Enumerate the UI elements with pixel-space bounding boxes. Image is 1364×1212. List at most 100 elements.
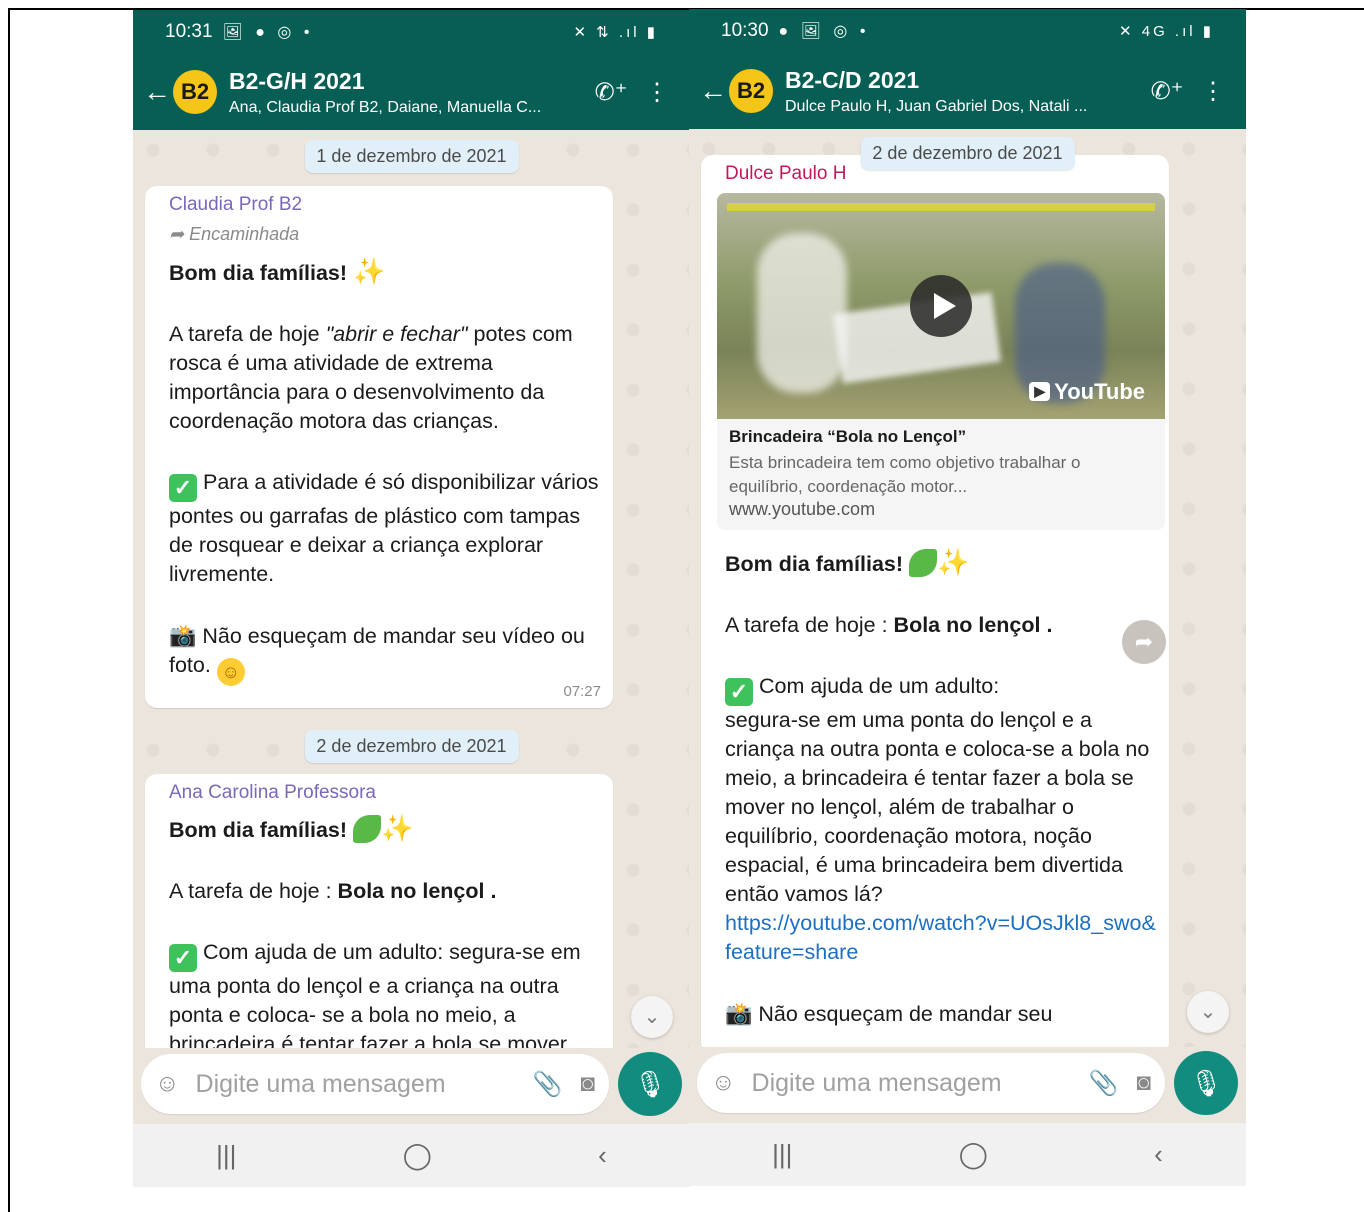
signal-battery-icons: ✕ ⇅ .ıl ▮ (573, 24, 658, 41)
forward-share-icon[interactable]: ➦ (1122, 620, 1166, 664)
preview-text: Brincadeira “Bola no Lençol” Esta brinca… (717, 419, 1165, 530)
greeting-text: Bom dia famílias! (725, 552, 904, 576)
message-paragraph: ✓ Para a atividade é só disponibilizar v… (169, 468, 599, 589)
chat-participants: Dulce Paulo H, Juan Gabriel Dos, Natali … (785, 97, 1088, 115)
chat-area[interactable]: 1 de dezembro de 2021 Claudia Prof B2 ➦ … (133, 130, 690, 1048)
smiling-face-icon: ☺ (216, 658, 245, 686)
back-icon[interactable]: ‹ (1154, 1139, 1163, 1170)
text-span: Não esqueçam de mandar seu (758, 1002, 1053, 1026)
menu-icon[interactable]: ⋮ (634, 78, 680, 107)
preview-title: Brincadeira “Bola no Lençol” (729, 427, 967, 446)
message-greeting: Bom dia famílias! ✨ (725, 548, 1157, 579)
camera-icon[interactable]: ◙ (1137, 1069, 1152, 1097)
status-time: 10:31 (165, 21, 213, 42)
chat-header: ← B2 B2-C/D 2021 Dulce Paulo H, Juan Gab… (689, 53, 1246, 129)
message-paragraph: 📸 Não esqueçam de mandar seu (725, 999, 1157, 1029)
input-bar: ☺ 📎 ◙ 🎙 (133, 1048, 690, 1124)
back-icon[interactable]: ‹ (598, 1140, 607, 1171)
message-paragraph: ✓ Com ajuda de um adulto: segura-se em um… (725, 672, 1157, 967)
recents-icon[interactable]: ||| (772, 1139, 792, 1170)
text-span: Com ajuda de um adulto: segura-se em uma… (169, 940, 581, 1048)
message-paragraph: A tarefa de hoje : Bola no lençol . (169, 877, 599, 906)
attach-icon[interactable]: 📎 (533, 1070, 563, 1099)
chat-title-block[interactable]: B2-G/H 2021 Ana, Claudia Prof B2, Daiane… (229, 68, 588, 117)
message-paragraph: A tarefa de hoje : Bola no lençol . (725, 611, 1157, 640)
sender-name[interactable]: Claudia Prof B2 (169, 194, 599, 216)
youtube-play-icon: ▶ (1029, 382, 1051, 401)
message-input-pill[interactable]: ☺ 📎 ◙ (141, 1054, 609, 1114)
sparkles-icon: ✨ (381, 813, 414, 843)
check-mark-icon: ✓ (725, 678, 753, 706)
chat-header: ← B2 B2-G/H 2021 Ana, Claudia Prof B2, D… (133, 54, 690, 130)
play-icon[interactable] (910, 275, 972, 337)
scroll-down-icon[interactable]: ⌄ (631, 996, 673, 1038)
sender-name[interactable]: Ana Carolina Professora (169, 782, 599, 804)
forward-arrow-icon: ➦ (169, 224, 190, 244)
camera-icon[interactable]: ◙ (581, 1070, 596, 1098)
message-greeting: Bom dia famílias! ✨ (169, 257, 599, 288)
input-bar: ☺ 📎 ◙ 🎙 (689, 1047, 1246, 1123)
forwarded-text: Encaminhada (189, 224, 300, 244)
text-span: A tarefa de hoje : (725, 613, 894, 637)
link-preview[interactable]: ▶ YouTube Brincadeira “Bola no Lençol” Es… (717, 193, 1165, 530)
youtube-logo: ▶ YouTube (1029, 379, 1145, 405)
date-chip: 2 de dezembro de 2021 (860, 137, 1075, 170)
message-bubble[interactable]: Ana Carolina Professora Bom dia famílias… (145, 774, 613, 1048)
chat-title: B2-G/H 2021 (229, 67, 365, 94)
android-nav-bar: ||| ◯ ‹ (133, 1124, 690, 1187)
preview-domain: www.youtube.com (729, 499, 876, 519)
goal-post-shape (727, 203, 1155, 211)
message-input[interactable] (749, 1067, 1089, 1099)
preview-description: Esta brincadeira tem como objetivo traba… (729, 453, 1081, 496)
message-bubble[interactable]: Dulce Paulo H ▶ YouTube Brincadeira “Bola… (701, 155, 1169, 1047)
phone-screenshot-right: 10:30 ● 🖼 ◎ • ✕ 4G .ıl ▮ ← B2 B2-C/D 202… (689, 9, 1246, 1186)
chat-title: B2-C/D 2021 (785, 66, 920, 93)
add-call-icon[interactable]: ✆⁺ (588, 78, 634, 107)
signal-battery-icons: ✕ 4G .ıl ▮ (1118, 23, 1214, 40)
message-bubble[interactable]: Claudia Prof B2 ➦ Encaminhada Bom dia fa… (145, 186, 613, 708)
add-call-icon[interactable]: ✆⁺ (1144, 77, 1190, 106)
chat-participants: Ana, Claudia Prof B2, Daiane, Manuella C… (229, 98, 542, 116)
status-time: 10:30 (721, 20, 769, 41)
message-paragraph: 📸 Não esqueçam de mandar seu vídeo ou fo… (169, 621, 589, 686)
forwarded-label: ➦ Encaminhada (169, 224, 599, 245)
status-bar: 10:31 🖼 ● ◎ • ✕ ⇅ .ıl ▮ (133, 10, 690, 54)
home-icon[interactable]: ◯ (959, 1139, 988, 1170)
child-figure (757, 233, 847, 393)
notification-icons: ● 🖼 ◎ • (778, 23, 870, 40)
text-span: A tarefa de hoje (169, 322, 326, 346)
message-greeting: Bom dia famílias! ✨ (169, 814, 599, 845)
menu-icon[interactable]: ⋮ (1190, 77, 1236, 106)
phone-screenshot-left: 10:31 🖼 ● ◎ • ✕ ⇅ .ıl ▮ ← B2 B2-G/H 2021… (133, 10, 690, 1187)
date-chip: 1 de dezembro de 2021 (304, 140, 519, 173)
attach-icon[interactable]: 📎 (1089, 1069, 1119, 1098)
video-thumbnail[interactable]: ▶ YouTube (717, 193, 1165, 419)
text-span: A tarefa de hoje : (169, 879, 338, 903)
mic-icon[interactable]: 🎙 (618, 1052, 682, 1116)
recents-icon[interactable]: ||| (216, 1140, 236, 1171)
home-icon[interactable]: ◯ (403, 1140, 432, 1171)
text-span: Para a atividade é só disponibilizar vár… (169, 470, 599, 586)
emoji-icon[interactable]: ☺ (711, 1069, 736, 1097)
message-paragraph: A tarefa de hoje "abrir e fechar" potes … (169, 320, 599, 436)
youtube-link[interactable]: https://youtube.com/watch?v=UOsJkl8_swo&… (725, 911, 1156, 964)
message-input[interactable] (193, 1068, 533, 1100)
sparkles-icon: ✨ (353, 256, 386, 286)
chat-title-block[interactable]: B2-C/D 2021 Dulce Paulo H, Juan Gabriel … (785, 67, 1144, 116)
group-avatar[interactable]: B2 (173, 70, 217, 114)
chat-area[interactable]: Dulce Paulo H ▶ YouTube Brincadeira “Bola… (689, 129, 1246, 1047)
camera-flash-icon: 📸 (725, 1001, 753, 1026)
mic-icon[interactable]: 🎙 (1174, 1051, 1238, 1115)
status-bar: 10:30 ● 🖼 ◎ • ✕ 4G .ıl ▮ (689, 9, 1246, 53)
greeting-text: Bom dia famílias! (169, 818, 348, 842)
leaf-icon (353, 815, 381, 843)
message-input-pill[interactable]: ☺ 📎 ◙ (697, 1053, 1165, 1113)
text-span: segura-se em uma ponta do lençol e a cri… (725, 708, 1150, 906)
emoji-icon[interactable]: ☺ (155, 1070, 180, 1098)
back-arrow-icon[interactable]: ← (699, 75, 729, 107)
notification-icons: 🖼 ● ◎ • (222, 24, 314, 41)
back-arrow-icon[interactable]: ← (143, 76, 173, 108)
group-avatar[interactable]: B2 (729, 69, 773, 113)
camera-flash-icon: 📸 (169, 623, 197, 648)
scroll-down-icon[interactable]: ⌄ (1187, 991, 1229, 1033)
